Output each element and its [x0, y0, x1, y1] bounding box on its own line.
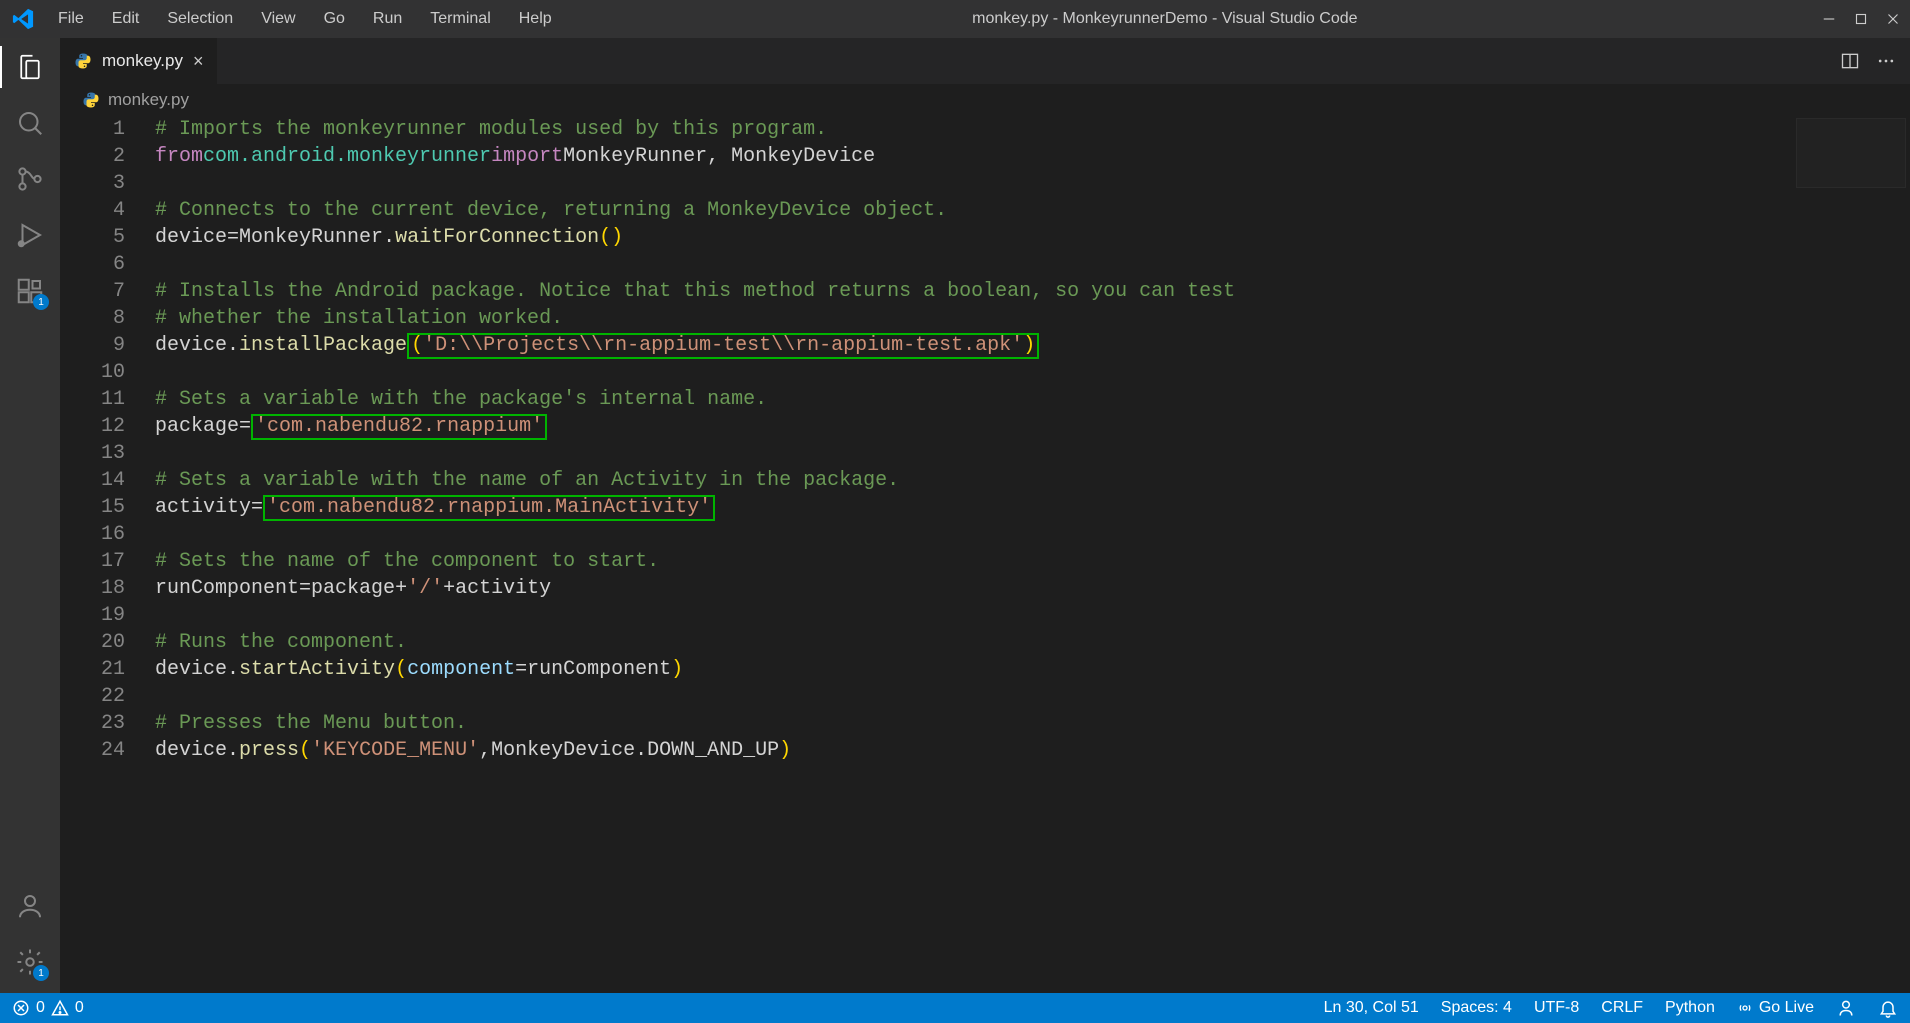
menu-terminal[interactable]: Terminal [418, 6, 502, 32]
status-eol[interactable]: CRLF [1601, 999, 1643, 1017]
run-debug-icon[interactable] [13, 218, 47, 252]
settings-badge: 1 [33, 965, 49, 981]
breadcrumb[interactable]: monkey.py [60, 84, 1910, 116]
window-title: monkey.py - MonkeyrunnerDemo - Visual St… [564, 10, 1766, 28]
tab-bar: monkey.py × [60, 38, 1910, 84]
more-actions-icon[interactable] [1876, 51, 1896, 71]
accounts-icon[interactable] [13, 889, 47, 923]
extensions-icon[interactable]: 1 [13, 274, 47, 308]
maximize-icon[interactable] [1852, 10, 1870, 28]
notifications-icon[interactable] [1878, 998, 1898, 1018]
status-cursor-position[interactable]: Ln 30, Col 51 [1324, 999, 1419, 1017]
close-icon[interactable] [1884, 10, 1902, 28]
extensions-badge: 1 [33, 294, 49, 310]
tab-close-icon[interactable]: × [193, 51, 204, 72]
python-file-icon [74, 52, 92, 70]
menu-run[interactable]: Run [361, 6, 414, 32]
tab-label: monkey.py [102, 51, 183, 71]
code-content[interactable]: # Imports the monkeyrunner modules used … [155, 116, 1910, 993]
menu-bar: File Edit Selection View Go Run Terminal… [46, 6, 564, 32]
menu-file[interactable]: File [46, 6, 96, 32]
minimap[interactable] [1796, 118, 1906, 188]
menu-view[interactable]: View [249, 6, 307, 32]
split-editor-icon[interactable] [1840, 51, 1860, 71]
status-bar: 0 0 Ln 30, Col 51 Spaces: 4 UTF-8 CRLF P… [0, 993, 1910, 1023]
activity-bar: 1 1 [0, 38, 60, 993]
status-golive[interactable]: Go Live [1737, 999, 1814, 1017]
status-encoding[interactable]: UTF-8 [1534, 999, 1579, 1017]
explorer-icon[interactable] [13, 50, 47, 84]
menu-edit[interactable]: Edit [100, 6, 152, 32]
editor-area: monkey.py × monkey.py 123456789101112131… [60, 38, 1910, 993]
breadcrumb-label: monkey.py [108, 90, 189, 110]
status-language[interactable]: Python [1665, 999, 1715, 1017]
search-icon[interactable] [13, 106, 47, 140]
error-count: 0 [36, 999, 45, 1017]
code-editor[interactable]: 123456789101112131415161718192021222324 … [60, 116, 1910, 993]
menu-selection[interactable]: Selection [155, 6, 245, 32]
python-file-icon [82, 91, 100, 109]
status-problems[interactable]: 0 0 [12, 999, 84, 1017]
settings-gear-icon[interactable]: 1 [13, 945, 47, 979]
status-indentation[interactable]: Spaces: 4 [1441, 999, 1512, 1017]
title-bar: File Edit Selection View Go Run Terminal… [0, 0, 1910, 38]
line-number-gutter: 123456789101112131415161718192021222324 [60, 116, 155, 993]
menu-go[interactable]: Go [312, 6, 357, 32]
feedback-icon[interactable] [1836, 998, 1856, 1018]
menu-help[interactable]: Help [507, 6, 564, 32]
minimize-icon[interactable] [1820, 10, 1838, 28]
vscode-logo-icon [12, 8, 34, 30]
tab-monkey-py[interactable]: monkey.py × [60, 38, 217, 84]
warning-count: 0 [75, 999, 84, 1017]
source-control-icon[interactable] [13, 162, 47, 196]
